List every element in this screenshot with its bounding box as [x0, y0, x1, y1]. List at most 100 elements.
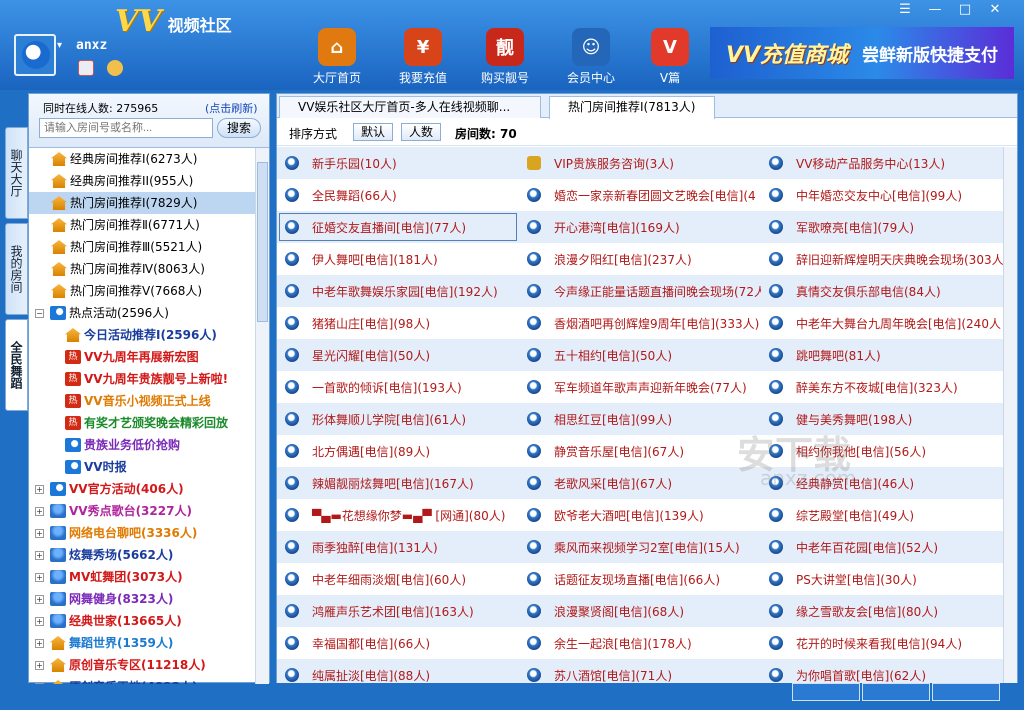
room-item[interactable]: 真情交友俱乐部电信(84人) — [761, 275, 1003, 307]
room-item[interactable]: 相思红豆[电信](99人) — [519, 403, 761, 435]
tree-item[interactable]: 热 VV九周年贵族靓号上新啦! — [29, 368, 255, 390]
expand-toggle-icon[interactable]: + — [35, 506, 44, 516]
scrollbar-thumb[interactable] — [257, 162, 268, 322]
room-item[interactable]: 中老年大舞台九周年晚会[电信](240人 — [761, 307, 1003, 339]
room-item[interactable]: 幸福国都[电信](66人) — [277, 627, 519, 659]
room-item[interactable]: 开心港湾[电信](169人) — [519, 211, 761, 243]
maximize-icon[interactable]: □ — [950, 0, 980, 20]
room-item[interactable]: 中年婚恋交友中心[电信](99人) — [761, 179, 1003, 211]
room-item[interactable]: 伊人舞吧[电信](181人) — [277, 243, 519, 275]
tree-item[interactable]: + VV秀点歌台(3227人) — [29, 500, 255, 522]
room-item[interactable]: 纯属扯淡[电信](88人) — [277, 659, 519, 683]
nav-button[interactable]: ☺ 会员中心 — [561, 28, 621, 86]
avatar[interactable] — [14, 34, 56, 76]
tree-item[interactable]: + 炫舞秀场(5662人) — [29, 544, 255, 566]
room-item[interactable]: 余生一起浪[电信](178人) — [519, 627, 761, 659]
tab-page[interactable]: VV娱乐社区大厅首页-多人在线视频聊... — [279, 96, 541, 118]
room-item[interactable]: 征婚交友直播间[电信](77人) — [277, 211, 519, 243]
nav-button[interactable]: ¥ 我要充值 — [393, 28, 453, 86]
room-item[interactable]: 北方偶遇[电信](89人) — [277, 435, 519, 467]
tree-item[interactable]: 今日活动推荐Ⅰ(2596人) — [29, 324, 255, 346]
room-item[interactable]: 五十相约[电信](50人) — [519, 339, 761, 371]
nav-button[interactable]: ⌂ 大厅首页 — [307, 28, 367, 86]
expand-toggle-icon[interactable]: + — [35, 594, 44, 604]
tree-item[interactable]: + MV虹舞团(3073人) — [29, 566, 255, 588]
room-item[interactable]: VIP贵族服务咨询(3人) — [519, 147, 761, 179]
tree-item[interactable]: VV时报 — [29, 456, 255, 478]
room-item[interactable]: 综艺殿堂[电信](49人) — [761, 499, 1003, 531]
nav-button[interactable]: 靓购买靓号 — [475, 28, 535, 86]
tab-page[interactable]: 热门房间推荐Ⅰ(7813人) — [549, 96, 715, 119]
close-icon[interactable]: ✕ — [980, 0, 1010, 20]
room-item[interactable]: 雨季独醉[电信](131人) — [277, 531, 519, 563]
tree-item[interactable]: 热有奖才艺颁奖晚会精彩回放 — [29, 412, 255, 434]
room-item[interactable]: 话题征友现场直播[电信](66人) — [519, 563, 761, 595]
room-item[interactable]: 花开的时候来看我[电信](94人) — [761, 627, 1003, 659]
tree-item[interactable]: − 热点活动(2596人) — [29, 302, 255, 324]
tree-item[interactable]: 热门房间推荐Ⅳ(8063人) — [29, 258, 255, 280]
room-item[interactable]: 静赏音乐屋[电信](67人) — [519, 435, 761, 467]
expand-toggle-icon[interactable]: + — [35, 550, 44, 560]
room-item[interactable]: 辞旧迎新辉煌明天庆典晚会现场(303人 — [761, 243, 1003, 275]
tree-item[interactable]: + 网舞健身(8323人) — [29, 588, 255, 610]
room-item[interactable]: 星光闪耀[电信](50人) — [277, 339, 519, 371]
search-input[interactable] — [39, 118, 213, 138]
room-item[interactable]: 猪猪山庄[电信](98人) — [277, 307, 519, 339]
room-item[interactable]: 新手乐园(10人) — [277, 147, 519, 179]
room-item[interactable]: 今声缘正能量话题直播间晚会现场(72人 — [519, 275, 761, 307]
expand-toggle-icon[interactable]: + — [35, 638, 44, 648]
friends-icon[interactable] — [107, 60, 123, 76]
tree-item[interactable]: 热 VV音乐小视频正式上线 — [29, 390, 255, 412]
promo-banner[interactable]: VV充值商城 尝鲜新版快捷支付 — [710, 27, 1014, 79]
sort-default-button[interactable]: 默认 — [353, 123, 394, 141]
refresh-link[interactable]: (点击刷新) — [205, 100, 258, 116]
room-item[interactable]: 乘风而来视频学习2室[电信](15人) — [519, 531, 761, 563]
tree-item[interactable]: + 经典世家(13665人) — [29, 610, 255, 632]
room-item[interactable]: VV移动产品服务中心(13人) — [761, 147, 1003, 179]
room-item[interactable]: 浪漫聚贤阁[电信](68人) — [519, 595, 761, 627]
room-item[interactable]: 形体舞顺儿学院[电信](61人) — [277, 403, 519, 435]
tree-item[interactable]: + VV官方活动(406人) — [29, 478, 255, 500]
tree-item[interactable]: 经典房间推荐I(6273人) — [29, 148, 255, 170]
expand-toggle-icon[interactable]: + — [35, 660, 44, 670]
room-item[interactable]: PS大讲堂[电信](30人) — [761, 563, 1003, 595]
tree-item[interactable]: 经典房间推荐II(955人) — [29, 170, 255, 192]
tree-item[interactable]: 热 VV九周年再展新宏图 — [29, 346, 255, 368]
room-item[interactable]: 中老年百花园[电信](52人) — [761, 531, 1003, 563]
room-item[interactable]: 中老年细雨淡烟[电信](60人) — [277, 563, 519, 595]
tree-item[interactable]: 热门房间推荐Ⅱ(6771人) — [29, 214, 255, 236]
tree-item[interactable]: + 网络电台聊吧(3336人) — [29, 522, 255, 544]
sort-people-button[interactable]: 人数 — [401, 123, 442, 141]
room-item[interactable]: 中老年歌舞娱乐家园[电信](192人) — [277, 275, 519, 307]
room-item[interactable]: 醉美东方不夜城[电信](323人) — [761, 371, 1003, 403]
room-item[interactable]: 香烟酒吧再创辉煌9周年[电信](333人) — [519, 307, 761, 339]
vertical-tab[interactable]: 聊天大厅 — [5, 127, 28, 219]
room-item[interactable]: ▀▄▬花想缘你梦▬▄▀ [网通](80人) — [277, 499, 519, 531]
tree-item[interactable]: + 原创音乐天地(4098人) — [29, 676, 255, 684]
room-item[interactable]: 浪漫夕阳红[电信](237人) — [519, 243, 761, 275]
main-scrollbar[interactable] — [1003, 147, 1017, 683]
expand-toggle-icon[interactable]: − — [35, 308, 44, 318]
sidebar-scrollbar[interactable] — [255, 148, 269, 684]
minimize-icon[interactable]: — — [920, 0, 950, 20]
search-button[interactable]: 搜索 — [217, 118, 261, 138]
room-item[interactable]: 跳吧舞吧(81人) — [761, 339, 1003, 371]
nav-button[interactable]: V V篇 — [640, 28, 700, 86]
room-item[interactable]: 为你唱首歌[电信](62人) — [761, 659, 1003, 683]
tree-item[interactable]: + 舞蹈世界(1359人) — [29, 632, 255, 654]
room-item[interactable]: 缘之雪歌友会[电信](80人) — [761, 595, 1003, 627]
room-item[interactable]: 一首歌的倾诉[电信](193人) — [277, 371, 519, 403]
room-item[interactable]: 苏八酒馆[电信](71人) — [519, 659, 761, 683]
menu-icon[interactable]: ☰ — [890, 0, 920, 20]
expand-toggle-icon[interactable]: + — [35, 616, 44, 626]
room-item[interactable]: 欧爷老大酒吧[电信](139人) — [519, 499, 761, 531]
tree-item[interactable]: 热门房间推荐Ⅴ(7668人) — [29, 280, 255, 302]
room-item[interactable]: 鸿雁声乐艺术团[电信](163人) — [277, 595, 519, 627]
tree-item[interactable]: + 原创音乐专区(11218人) — [29, 654, 255, 676]
room-item[interactable]: 老歌风采[电信](67人) — [519, 467, 761, 499]
tree-item[interactable]: 热门房间推荐Ⅰ(7829人) — [29, 192, 255, 214]
expand-toggle-icon[interactable]: + — [35, 484, 44, 494]
vertical-tab[interactable]: 全民舞蹈 — [5, 319, 28, 411]
room-item[interactable]: 婚恋一家亲新春团圆文艺晚会[电信](4 — [519, 179, 761, 211]
tree-item[interactable]: 贵族业务低价抢购 — [29, 434, 255, 456]
